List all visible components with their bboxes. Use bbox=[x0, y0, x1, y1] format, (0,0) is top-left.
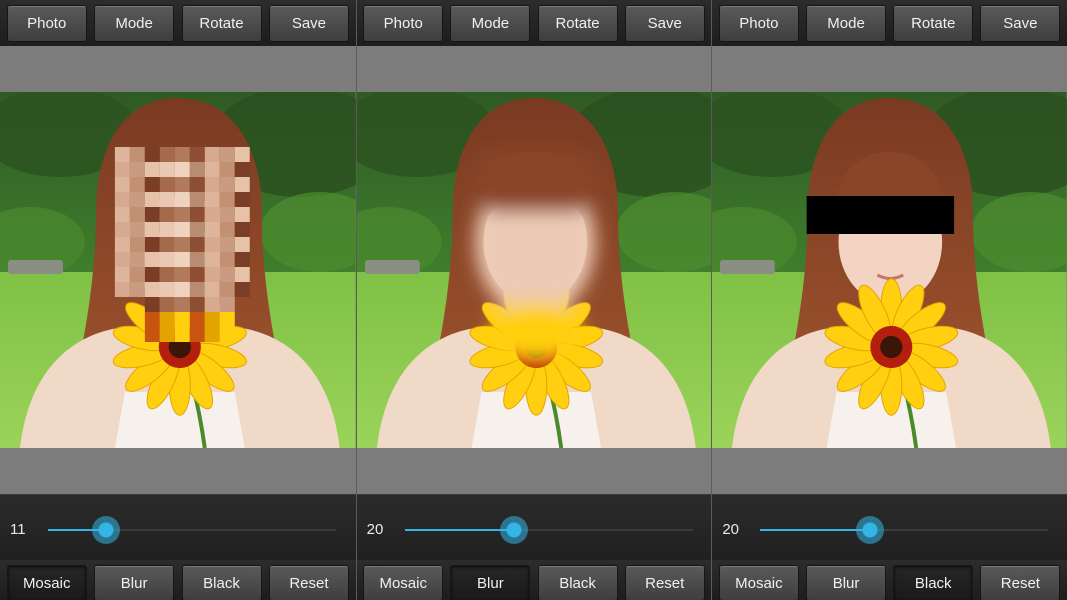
mode-button[interactable]: Mode bbox=[806, 4, 887, 42]
photo-canvas[interactable] bbox=[356, 92, 712, 448]
slider-bar: 11 bbox=[0, 494, 356, 560]
black-button[interactable]: Black bbox=[893, 565, 974, 600]
blur-button[interactable]: Blur bbox=[94, 565, 175, 600]
photo-button[interactable]: Photo bbox=[718, 4, 799, 42]
save-button[interactable]: Save bbox=[980, 4, 1061, 42]
top-toolbar: Photo Mode Rotate Save bbox=[356, 0, 712, 46]
reset-button[interactable]: Reset bbox=[624, 565, 705, 600]
photo-button[interactable]: Photo bbox=[363, 4, 444, 42]
slider-value: 20 bbox=[722, 521, 739, 538]
reset-button[interactable]: Reset bbox=[980, 565, 1061, 600]
slider-track[interactable] bbox=[48, 516, 336, 544]
photo-button[interactable]: Photo bbox=[6, 4, 87, 42]
slider-track[interactable] bbox=[760, 516, 1049, 544]
slider-thumb[interactable] bbox=[500, 516, 529, 544]
portrait-photo bbox=[356, 92, 712, 448]
rotate-button[interactable]: Rotate bbox=[181, 4, 262, 42]
slider-fill bbox=[760, 529, 870, 531]
rotate-button[interactable]: Rotate bbox=[537, 4, 618, 42]
bottom-toolbar: Mosaic Blur Black Reset bbox=[356, 560, 712, 600]
slider-track[interactable] bbox=[404, 516, 693, 544]
black-button[interactable]: Black bbox=[537, 565, 618, 600]
black-button[interactable]: Black bbox=[181, 565, 262, 600]
reset-button[interactable]: Reset bbox=[268, 565, 349, 600]
mosaic-button[interactable]: Mosaic bbox=[6, 565, 87, 600]
panel-black: Photo Mode Rotate Save 20 Mosaic Blur Bl… bbox=[711, 0, 1067, 600]
slider-bar: 20 bbox=[712, 494, 1067, 560]
mode-button[interactable]: Mode bbox=[450, 4, 531, 42]
slider-thumb[interactable] bbox=[91, 516, 120, 544]
top-toolbar: Photo Mode Rotate Save bbox=[0, 0, 356, 46]
blur-button[interactable]: Blur bbox=[806, 565, 887, 600]
mosaic-button[interactable]: Mosaic bbox=[363, 565, 444, 600]
blur-button[interactable]: Blur bbox=[450, 565, 531, 600]
slider-value: 11 bbox=[10, 521, 26, 538]
top-toolbar: Photo Mode Rotate Save bbox=[712, 0, 1067, 46]
rotate-button[interactable]: Rotate bbox=[893, 4, 974, 42]
mode-button[interactable]: Mode bbox=[94, 4, 175, 42]
photo-canvas[interactable] bbox=[712, 92, 1067, 448]
slider-thumb[interactable] bbox=[855, 516, 884, 544]
slider-value: 20 bbox=[366, 521, 384, 538]
panels: Photo Mode Rotate Save 11 Mosaic Blur Bl… bbox=[0, 0, 1067, 600]
save-button[interactable]: Save bbox=[624, 4, 705, 42]
mosaic-button[interactable]: Mosaic bbox=[718, 565, 799, 600]
bottom-toolbar: Mosaic Blur Black Reset bbox=[0, 560, 356, 600]
panel-blur: Photo Mode Rotate Save 20 Mosaic Blur Bl… bbox=[355, 0, 712, 600]
slider-fill bbox=[404, 529, 515, 531]
photo-canvas[interactable] bbox=[0, 92, 356, 448]
panel-mosaic: Photo Mode Rotate Save 11 Mosaic Blur Bl… bbox=[0, 0, 356, 600]
slider-bar: 20 bbox=[356, 494, 712, 560]
save-button[interactable]: Save bbox=[268, 4, 349, 42]
bottom-toolbar: Mosaic Blur Black Reset bbox=[712, 560, 1067, 600]
portrait-photo bbox=[0, 92, 356, 448]
portrait-photo bbox=[712, 92, 1067, 448]
